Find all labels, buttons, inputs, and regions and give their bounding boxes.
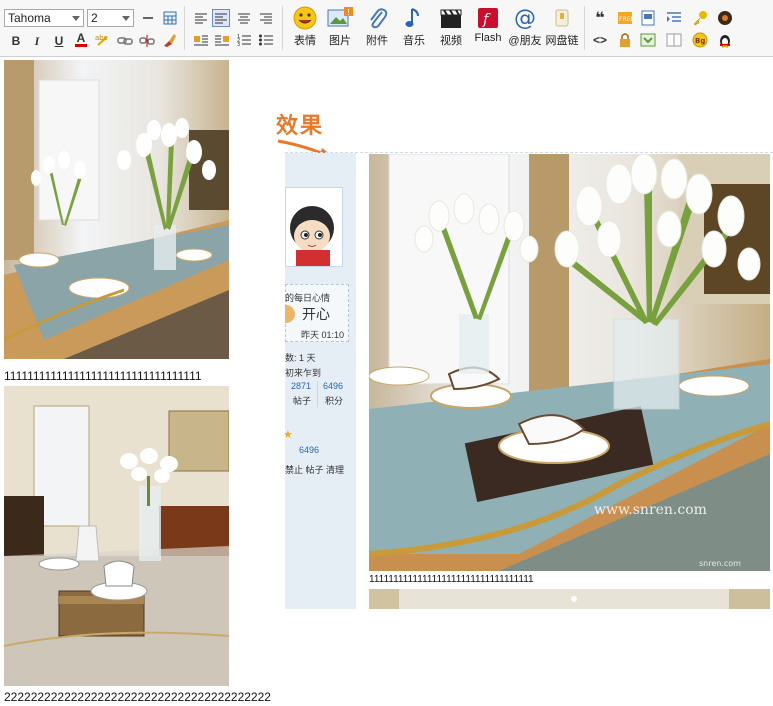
mood-time: 昨天 01:10	[301, 330, 345, 340]
flash-button[interactable]: f Flash	[468, 6, 508, 52]
netdisk-icon	[549, 6, 575, 30]
qq-penguin-icon[interactable]	[717, 32, 733, 48]
color-bar	[75, 43, 87, 47]
music-note-icon	[401, 6, 427, 30]
align-right-icon[interactable]	[258, 10, 274, 26]
at-friend-button[interactable]: @ @朋友	[505, 6, 545, 52]
bg-badge-icon[interactable]: Bg	[692, 32, 708, 48]
svg-text:FREE: FREE	[619, 16, 633, 23]
netdisk-label: 网盘链	[545, 35, 579, 47]
attachment-label: 附件	[366, 35, 388, 47]
chevron-down-icon	[72, 16, 80, 21]
moderation-actions[interactable]: 禁止 帖子 清理	[285, 463, 344, 476]
unlink-icon[interactable]	[139, 33, 155, 49]
points-count-2[interactable]: 6496	[299, 445, 319, 455]
smiley-icon	[292, 6, 318, 30]
user-rank: 初来乍到	[285, 368, 322, 378]
svg-text:3: 3	[237, 42, 240, 46]
attachment-button[interactable]: 附件	[357, 6, 397, 52]
font-family-value: Tahoma	[8, 11, 51, 25]
clapperboard-icon	[438, 6, 464, 30]
music-label: 音乐	[403, 35, 425, 47]
smilies-label: 表情	[294, 35, 316, 47]
mood-value: 开心	[302, 306, 330, 322]
unordered-list-icon[interactable]	[258, 32, 274, 48]
editor-toolbar: Tahoma 2 B I U A abc 1 2 3 表情 ! 图片 附件 音乐…	[0, 0, 773, 57]
font-size-select[interactable]: 2	[87, 9, 134, 27]
columns-icon[interactable]	[666, 32, 682, 48]
video-button[interactable]: 视频	[431, 6, 471, 52]
music-button[interactable]: 音乐	[394, 6, 434, 52]
image-label: 图片	[329, 35, 351, 47]
image-icon: !	[327, 6, 353, 30]
horizontal-rule-icon[interactable]	[140, 10, 156, 26]
stat-divider	[317, 381, 318, 407]
font-color-button[interactable]: A	[73, 31, 89, 47]
watermark-small: snren.com	[699, 559, 741, 568]
float-left-icon[interactable]	[193, 32, 209, 48]
mood-title: 的每日心情	[285, 293, 331, 303]
effect-label: 效果	[276, 113, 325, 138]
at-sign-icon: @	[514, 5, 536, 31]
toolbar-separator	[184, 6, 185, 50]
code-button[interactable]: <>	[592, 32, 608, 48]
profile-sidebar: 的每日心情 开心 昨天 01:10 数: 1 天 初来乍到 2871 帖子 64…	[285, 153, 356, 609]
page-icon[interactable]	[640, 10, 656, 26]
lock-icon[interactable]	[617, 32, 633, 48]
paperclip-icon	[364, 6, 390, 30]
link-icon[interactable]	[117, 33, 133, 49]
watermark: www.snren.com	[594, 502, 707, 518]
dining-room-photo-2-preview	[369, 589, 770, 609]
content-line-2: 2222222222222222222222222222222222222222	[4, 690, 271, 704]
points-count[interactable]: 6496	[323, 381, 343, 391]
svg-text:!: !	[347, 8, 350, 17]
ordered-list-icon[interactable]: 123	[236, 32, 252, 48]
key-icon[interactable]	[692, 10, 708, 26]
at-friend-label: @朋友	[508, 35, 542, 47]
smilies-button[interactable]: 表情	[285, 6, 325, 52]
avatar	[285, 187, 343, 267]
flash-label: Flash	[474, 32, 502, 44]
points-label: 积分	[325, 396, 344, 406]
bold-button[interactable]: B	[8, 33, 24, 49]
effect-demo-panel: 的每日心情 开心 昨天 01:10 数: 1 天 初来乍到 2871 帖子 64…	[285, 152, 773, 609]
font-family-select[interactable]: Tahoma	[4, 9, 84, 27]
chevron-down-icon	[122, 16, 130, 21]
dining-room-photo-1	[4, 60, 229, 359]
free-icon[interactable]: FREE	[617, 10, 634, 26]
online-days: 数: 1 天	[285, 353, 316, 363]
content-line-1: 1111111111111111111111111111111111	[4, 369, 202, 383]
posts-label: 帖子	[293, 396, 312, 406]
table-icon[interactable]	[162, 10, 178, 26]
svg-text:Bg: Bg	[695, 37, 705, 45]
dining-room-photo-large: www.snren.com snren.com	[369, 154, 770, 571]
spellcheck-icon[interactable]: abc	[95, 32, 111, 48]
video-label: 视频	[440, 35, 462, 47]
posts-count[interactable]: 2871	[291, 381, 311, 391]
media-play-icon[interactable]	[717, 10, 733, 26]
image-button[interactable]: ! 图片	[320, 6, 360, 52]
quote-button[interactable]: ❝	[592, 10, 608, 27]
clear-format-icon[interactable]	[161, 32, 177, 48]
demo-content-line: 1111111111111111111111111111111111	[369, 574, 534, 585]
flash-icon: f	[475, 6, 501, 30]
align-center-icon[interactable]	[236, 10, 252, 26]
toolbar-separator	[584, 6, 585, 50]
font-size-value: 2	[91, 11, 98, 25]
align-left-icon[interactable]	[193, 10, 209, 26]
dining-room-photo-2	[4, 386, 229, 686]
toolbar-separator	[282, 6, 283, 50]
italic-button[interactable]: I	[29, 33, 45, 49]
underline-button[interactable]: U	[51, 33, 67, 49]
indent-icon[interactable]	[666, 10, 682, 26]
netdisk-button[interactable]: 网盘链	[542, 6, 582, 52]
collapse-icon[interactable]	[640, 32, 656, 48]
float-right-icon[interactable]	[214, 32, 230, 48]
font-color-label: A	[76, 30, 86, 45]
star-icon: ★	[285, 429, 293, 441]
align-left-active-icon[interactable]	[212, 9, 230, 27]
